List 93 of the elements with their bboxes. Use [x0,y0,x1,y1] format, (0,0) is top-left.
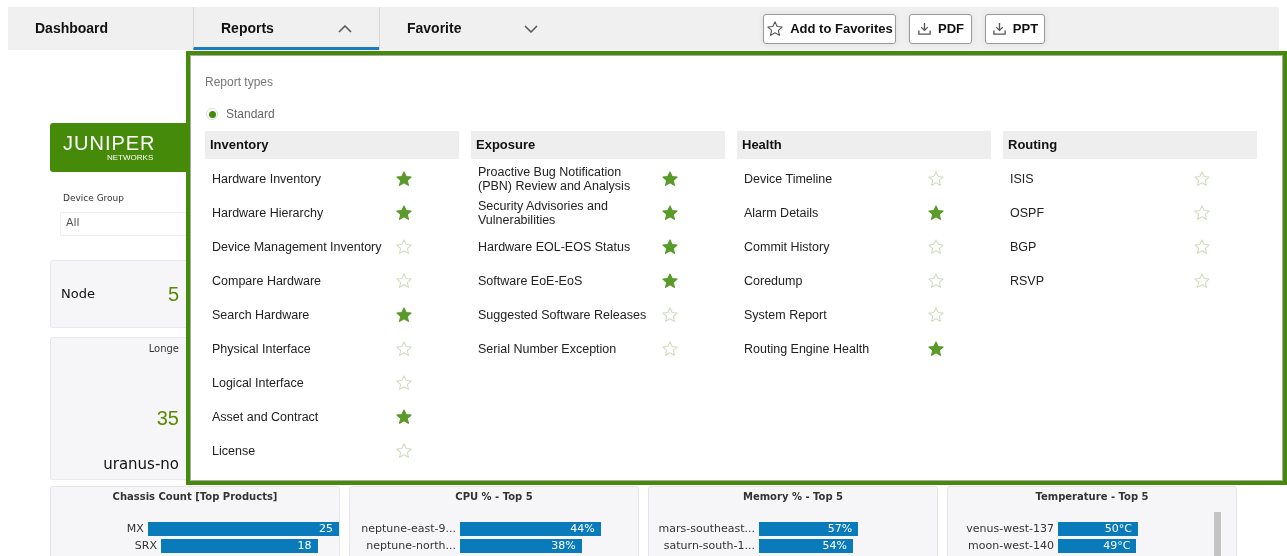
column-header: Health [737,131,991,159]
report-link[interactable]: Device Management Inventory [212,240,387,254]
stat-value: 35 [156,405,179,431]
chevron-up-icon [338,24,352,33]
star-icon[interactable] [395,170,413,188]
node-count: 5 [167,281,180,307]
star-icon[interactable] [395,204,413,222]
star-icon[interactable] [661,170,679,188]
report-link[interactable]: Device Timeline [744,172,919,186]
report-link[interactable]: Commit History [744,240,919,254]
bar-label: neptune-north... [365,539,457,552]
bar-label: saturn-south-1... [662,539,756,552]
bar-label: moon-west-140 [967,539,1055,552]
nav-tab[interactable]: Favorite [379,7,565,50]
report-link[interactable]: Hardware EOL-EOS Status [478,240,653,254]
report-link[interactable]: License [212,444,387,458]
report-link[interactable]: Search Hardware [212,308,387,322]
chevron-down-icon [524,24,538,33]
column-header: Inventory [205,131,459,159]
device-name: uranus-no [103,453,179,475]
bar-label: MX [125,522,145,535]
star-icon[interactable] [395,374,413,392]
star-icon[interactable] [395,408,413,426]
menu-title: Report types [205,74,275,91]
node-label: Node [61,284,95,303]
bar-label: venus-west-137 [965,522,1055,535]
report-link[interactable]: OSPF [1010,206,1185,220]
report-link[interactable]: Alarm Details [744,206,919,220]
bar-label: mars-southeast... [657,522,756,535]
star-icon[interactable] [927,170,945,188]
report-link[interactable]: Physical Interface [212,342,387,356]
column-header: Routing [1003,131,1257,159]
star-icon[interactable] [395,272,413,290]
card-title: Longe [148,341,179,356]
bar-value: 54% [822,539,847,552]
field-label: Device Group [63,192,125,205]
logo-subtext: NETWORKS [107,154,155,162]
report-type-radio[interactable]: Standard [206,105,1268,123]
report-link[interactable]: Proactive Bug Notification (PBN) Review and Analysis [478,165,653,193]
star-icon[interactable] [927,272,945,290]
download-icon [917,21,932,36]
star-icon[interactable] [1193,272,1211,290]
star-icon[interactable] [661,272,679,290]
download-icon [991,21,1007,36]
download-button[interactable]: PDF [909,13,972,44]
report-link[interactable]: Security Advisories and Vulnerabilities [478,199,653,227]
report-link[interactable]: BGP [1010,240,1185,254]
star-icon[interactable] [661,340,679,358]
add-favorites-button[interactable]: Add to Favorites [763,13,896,44]
chart-title: Memory % - Top 5 [741,490,845,503]
bar-value: 18 [297,539,312,552]
report-link[interactable]: Compare Hardware [212,274,387,288]
report-link[interactable]: Coredump [744,274,919,288]
logo-text: JUNIPER [63,133,157,153]
report-link[interactable]: System Report [744,308,919,322]
bar-value: 57% [827,522,853,535]
report-link[interactable]: Logical Interface [212,376,387,390]
bar-value: 44% [570,522,595,535]
column-header: Exposure [471,131,725,159]
report-link[interactable]: Routing Engine Health [744,342,919,356]
nav-tab[interactable]: Dashboard [8,7,193,50]
report-link[interactable]: Asset and Contract [212,410,387,424]
star-icon[interactable] [1193,204,1211,222]
download-button[interactable]: PPT [985,13,1045,44]
star-icon[interactable] [1193,238,1211,256]
star-icon[interactable] [927,204,945,222]
report-link[interactable]: Serial Number Exception [478,342,653,356]
chart-title: Chassis Count [Top Products] [111,490,279,503]
chart-title: Temperature - Top 5 [1034,490,1150,503]
bar-value: 38% [551,539,576,552]
star-icon[interactable] [927,306,945,324]
bar-label: neptune-east-9... [360,522,457,535]
chart-title: CPU % - Top 5 [454,490,534,503]
star-icon[interactable] [927,340,945,358]
star-icon[interactable] [1193,170,1211,188]
bar-label: SRX [133,539,158,552]
bar-value: 49°C [1103,539,1131,552]
star-icon[interactable] [395,340,413,358]
report-link[interactable]: Suggested Software Releases [478,308,653,322]
report-link[interactable]: ISIS [1010,172,1185,186]
bar-value: 50°C [1104,522,1132,535]
report-link[interactable]: RSVP [1010,274,1185,288]
report-link[interactable]: Hardware Inventory [212,172,387,186]
star-icon [766,19,785,38]
bar-value: 25 [319,522,333,535]
report-link[interactable]: Software EoE-EoS [478,274,653,288]
star-icon[interactable] [661,306,679,324]
star-icon[interactable] [661,204,679,222]
star-icon[interactable] [927,238,945,256]
star-icon[interactable] [661,238,679,256]
star-icon[interactable] [395,442,413,460]
star-icon[interactable] [395,238,413,256]
star-icon[interactable] [395,306,413,324]
